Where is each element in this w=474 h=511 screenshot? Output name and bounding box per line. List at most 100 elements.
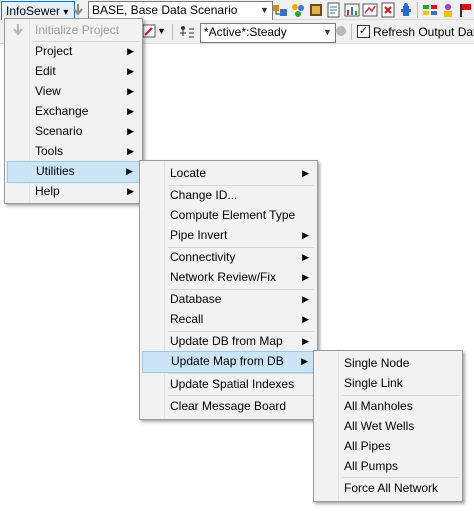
palette-icon[interactable]: [422, 2, 438, 18]
query-icon[interactable]: [290, 2, 306, 18]
refresh-output-label: Refresh Output Data: [373, 25, 474, 39]
domain-icon[interactable]: [308, 2, 324, 18]
run-combo[interactable]: *Active*:Steady ▼: [200, 23, 336, 43]
menu-item-label: Change ID...: [170, 188, 238, 202]
chevron-down-icon[interactable]: ▼: [320, 24, 335, 40]
menu-item-network-review-fix[interactable]: Network Review/Fix ▶: [142, 267, 315, 287]
menu-item-all-manholes[interactable]: All Manholes: [316, 396, 460, 416]
menu-item-all-pipes[interactable]: All Pipes: [316, 436, 460, 456]
menu-item-project[interactable]: Project ▶: [7, 41, 140, 61]
menu-item-initialize-project[interactable]: Initialize Project: [7, 20, 140, 40]
report-icon[interactable]: [326, 2, 342, 18]
menu-item-update-db-from-map[interactable]: Update DB from Map ▶: [142, 331, 315, 351]
toolbar-divider: [351, 24, 352, 40]
menu-item-label: Locate: [170, 166, 207, 180]
chevron-right-icon: ▶: [127, 106, 134, 116]
chevron-right-icon: ▶: [127, 46, 134, 56]
menu-item-label: Clear Message Board: [170, 399, 287, 413]
flag-icon[interactable]: [458, 2, 474, 18]
menu-item-label: All Wet Wells: [344, 419, 415, 433]
menu-item-scenario[interactable]: Scenario ▶: [7, 121, 140, 141]
menu-item-clear-message-board[interactable]: Clear Message Board: [142, 396, 315, 416]
chevron-right-icon: ▶: [127, 86, 134, 96]
menu-item-label: Recall: [170, 312, 204, 326]
status-dot-icon: [336, 26, 346, 36]
chevron-right-icon: ▶: [301, 356, 308, 366]
menu-item-locate[interactable]: Locate ▶: [142, 163, 315, 183]
menu-item-help[interactable]: Help ▶: [7, 181, 140, 201]
scenario-combo-value: BASE, Base Data Scenario: [92, 3, 238, 17]
menu-item-label: View: [35, 84, 61, 98]
scenario-manager-icon[interactable]: [272, 2, 288, 18]
infosewer-menu-label: InfoSewer: [6, 4, 61, 18]
menu-item-label: Exchange: [35, 104, 89, 118]
chevron-right-icon: ▶: [127, 66, 134, 76]
menu-item-label: Utilities: [36, 164, 75, 178]
menu-item-exchange[interactable]: Exchange ▶: [7, 101, 140, 121]
chevron-right-icon: ▶: [302, 336, 309, 346]
menu-item-database[interactable]: Database ▶: [142, 289, 315, 309]
menu-item-label: Connectivity: [170, 250, 236, 264]
toolbar-divider: [417, 2, 418, 18]
menu-item-utilities[interactable]: Utilities ▶: [7, 161, 140, 183]
menu-item-label: Edit: [35, 64, 56, 78]
chevron-right-icon: ▶: [302, 252, 309, 262]
menu-item-label: Database: [170, 292, 222, 306]
menu-item-tools[interactable]: Tools ▶: [7, 141, 140, 161]
menu-item-label: Project: [35, 44, 73, 58]
menu-item-label: Tools: [35, 144, 64, 158]
menu-item-single-node[interactable]: Single Node: [316, 353, 460, 373]
chevron-right-icon: ▶: [302, 314, 309, 324]
map-icon[interactable]: [362, 2, 378, 18]
chevron-right-icon: ▶: [302, 168, 309, 178]
menu-item-all-pumps[interactable]: All Pumps: [316, 456, 460, 476]
menu-item-label: Pipe Invert: [170, 228, 228, 242]
menu-item-change-id[interactable]: Change ID...: [142, 185, 315, 205]
menu-item-label: Update Map from DB: [171, 354, 284, 368]
utilities-submenu: Locate ▶ Change ID... Compute Element Ty…: [139, 160, 318, 420]
scenario-arrow-icon[interactable]: [70, 2, 86, 18]
chevron-down-icon: ▾: [63, 7, 69, 18]
chevron-down-icon[interactable]: ▼: [157, 26, 166, 36]
menu-item-label: Force All Network: [344, 481, 439, 495]
chevron-right-icon: ▶: [302, 272, 309, 282]
chevron-right-icon: ▶: [127, 126, 134, 136]
menu-item-recall[interactable]: Recall ▶: [142, 309, 315, 329]
menu-item-label: All Pipes: [344, 439, 391, 453]
chevron-right-icon: ▶: [302, 230, 309, 240]
menu-item-label: Help: [35, 184, 60, 198]
menu-item-compute-element-type[interactable]: Compute Element Type: [142, 205, 315, 225]
chevron-right-icon: ▶: [127, 146, 134, 156]
menu-item-force-all-network[interactable]: Force All Network: [316, 478, 460, 498]
menu-item-view[interactable]: View ▶: [7, 81, 140, 101]
menu-item-edit[interactable]: Edit ▶: [7, 61, 140, 81]
menu-item-pipe-invert[interactable]: Pipe Invert ▶: [142, 225, 315, 245]
refresh-output-checkbox[interactable]: ✓: [357, 25, 370, 38]
infosewer-menu: Initialize Project Project ▶ Edit ▶ View…: [4, 18, 143, 204]
menu-item-update-spatial-indexes[interactable]: Update Spatial Indexes: [142, 374, 315, 394]
menu-item-label: Single Link: [344, 376, 403, 390]
menu-item-label: Compute Element Type: [170, 208, 296, 222]
edit-icon[interactable]: [142, 24, 156, 38]
toolbar-divider: [172, 24, 173, 40]
graph-icon[interactable]: [344, 2, 360, 18]
menu-item-label: All Manholes: [344, 399, 413, 413]
hydrant-icon[interactable]: [398, 2, 414, 18]
menu-item-label: All Pumps: [344, 459, 399, 473]
node-color-icon[interactable]: [440, 2, 456, 18]
chevron-right-icon: ▶: [127, 186, 134, 196]
run-manager-icon[interactable]: [178, 24, 196, 40]
menu-item-all-wet-wells[interactable]: All Wet Wells: [316, 416, 460, 436]
menu-item-connectivity[interactable]: Connectivity ▶: [142, 247, 315, 267]
menu-item-label: Initialize Project: [35, 23, 120, 37]
menu-item-update-map-from-db[interactable]: Update Map from DB ▶: [142, 351, 315, 373]
chevron-right-icon: ▶: [126, 166, 133, 176]
run-combo-value: *Active*:Steady: [204, 25, 287, 39]
menu-item-single-link[interactable]: Single Link: [316, 373, 460, 393]
top-toolbar: InfoSewer ▾ BASE, Base Data Scenario ▼: [0, 0, 474, 21]
menu-item-label: Network Review/Fix: [170, 270, 277, 284]
menu-item-label: Update Spatial Indexes: [170, 377, 295, 391]
update-map-from-db-submenu: Single Node Single Link All Manholes All…: [313, 350, 463, 502]
chevron-down-icon[interactable]: ▼: [257, 2, 272, 18]
output-icon[interactable]: [380, 2, 396, 18]
